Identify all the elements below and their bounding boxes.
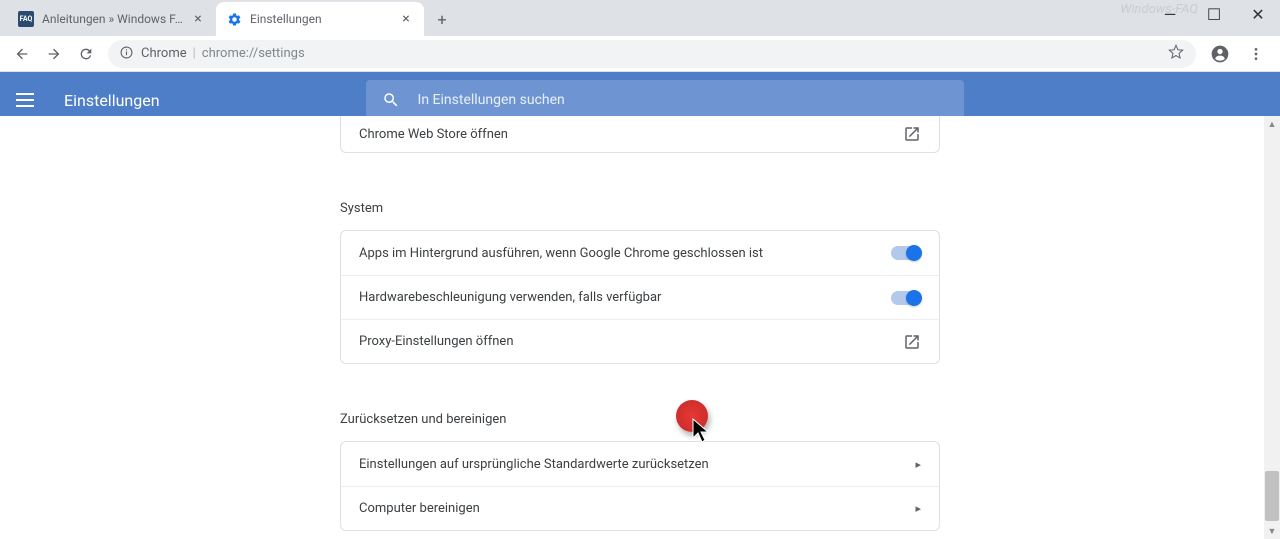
chevron-right-icon: ▸ (915, 502, 921, 515)
forward-button[interactable] (40, 40, 68, 68)
row-open-webstore[interactable]: Chrome Web Store öffnen (341, 116, 939, 152)
scroll-down-arrow[interactable]: ▼ (1264, 523, 1280, 539)
address-bar[interactable]: Chrome | chrome://settings (108, 40, 1196, 68)
url-text: chrome://settings (202, 46, 305, 61)
row-proxy-settings[interactable]: Proxy-Einstellungen öffnen (341, 319, 939, 363)
annotation-cursor-icon (692, 418, 712, 444)
tab-title: Einstellungen (250, 12, 398, 26)
url-separator: | (193, 46, 196, 61)
webstore-card: Chrome Web Store öffnen (340, 116, 940, 153)
tab-title: Anleitungen » Windows FAQ (42, 12, 190, 26)
row-reset-defaults[interactable]: Einstellungen auf ursprüngliche Standard… (341, 442, 939, 486)
chrome-menu-icon[interactable] (1240, 38, 1272, 70)
new-tab-button[interactable]: + (428, 5, 456, 33)
chevron-right-icon: ▸ (915, 458, 921, 471)
close-tab-icon[interactable]: × (190, 11, 206, 27)
row-label: Hardwarebeschleunigung verwenden, falls … (359, 290, 891, 305)
window-close-button[interactable]: ✕ (1236, 0, 1280, 28)
profile-icon[interactable] (1204, 38, 1236, 70)
close-tab-icon[interactable]: × (398, 11, 414, 27)
section-heading-system: System (340, 177, 940, 230)
search-icon (382, 91, 400, 109)
scrollbar[interactable]: ▲ ▼ (1264, 116, 1280, 539)
reset-card: Einstellungen auf ursprüngliche Standard… (340, 441, 940, 531)
toggle-hardware-accel[interactable] (891, 291, 921, 305)
scroll-up-arrow[interactable]: ▲ (1264, 116, 1280, 132)
row-label: Einstellungen auf ursprüngliche Standard… (359, 457, 915, 472)
row-cleanup-computer[interactable]: Computer bereinigen ▸ (341, 486, 939, 530)
row-label: Computer bereinigen (359, 501, 915, 516)
row-hardware-accel[interactable]: Hardwarebeschleunigung verwenden, falls … (341, 275, 939, 319)
row-label: Apps im Hintergrund ausführen, wenn Goog… (359, 246, 891, 261)
window-maximize-button[interactable]: ☐ (1192, 0, 1236, 28)
bookmark-icon[interactable] (1168, 44, 1184, 64)
reload-button[interactable] (72, 40, 100, 68)
system-card: Apps im Hintergrund ausführen, wenn Goog… (340, 230, 940, 364)
toggle-background-apps[interactable] (891, 246, 921, 260)
section-heading-reset: Zurücksetzen und bereinigen (340, 388, 940, 441)
settings-search[interactable] (366, 80, 964, 120)
favicon-settings (226, 11, 242, 27)
window-minimize-button[interactable]: — (1148, 0, 1192, 28)
page-title: Einstellungen (64, 91, 160, 110)
row-background-apps[interactable]: Apps im Hintergrund ausführen, wenn Goog… (341, 231, 939, 275)
favicon-faq: FAQ (18, 11, 34, 27)
url-scheme: Chrome (141, 46, 187, 61)
tab-windows-faq[interactable]: FAQ Anleitungen » Windows FAQ × (8, 2, 216, 36)
scrollbar-thumb[interactable] (1265, 471, 1279, 521)
settings-content: Chrome Web Store öffnen System Apps im H… (0, 116, 1280, 539)
browser-toolbar: Chrome | chrome://settings (0, 36, 1280, 72)
row-label: Proxy-Einstellungen öffnen (359, 334, 903, 349)
hamburger-menu-icon[interactable] (16, 88, 40, 112)
row-label: Chrome Web Store öffnen (359, 127, 903, 142)
tab-strip: FAQ Anleitungen » Windows FAQ × Einstell… (0, 0, 1280, 36)
open-external-icon (903, 125, 921, 143)
tab-settings[interactable]: Einstellungen × (216, 2, 424, 36)
settings-search-input[interactable] (418, 92, 948, 108)
open-external-icon (903, 333, 921, 351)
site-info-icon[interactable] (120, 46, 133, 62)
back-button[interactable] (8, 40, 36, 68)
